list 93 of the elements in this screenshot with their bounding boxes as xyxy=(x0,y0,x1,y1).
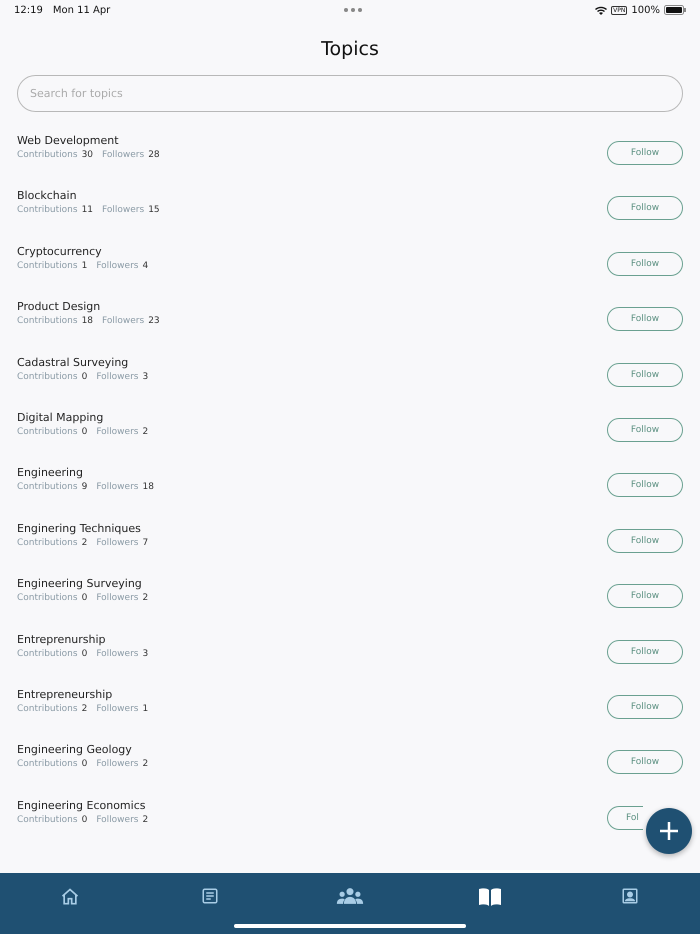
plus-icon xyxy=(659,821,679,841)
topic-name: Engineering Geology xyxy=(17,743,133,756)
follow-button[interactable]: Follow xyxy=(607,252,683,276)
topic-name: Web Development xyxy=(17,134,120,147)
follow-button[interactable]: Follow xyxy=(607,473,683,498)
contributions-count: 2 xyxy=(82,538,88,548)
follow-button[interactable]: Follow xyxy=(607,418,683,442)
contributions-label: Contributions xyxy=(17,482,78,492)
follow-button[interactable]: Follow xyxy=(607,307,683,332)
follow-button[interactable]: Follow xyxy=(607,694,683,719)
add-button[interactable] xyxy=(646,808,692,854)
contributions-label: Contributions xyxy=(17,814,78,825)
follow-button[interactable]: Follow xyxy=(607,196,683,220)
contributions-count: 30 xyxy=(82,150,94,160)
followers-label: Followers xyxy=(102,205,144,216)
battery-icon xyxy=(664,5,686,15)
search-field[interactable]: Search for topics xyxy=(17,75,683,112)
contributions-count: 0 xyxy=(82,426,88,437)
contributions-count: 0 xyxy=(82,648,88,659)
home-icon xyxy=(60,887,80,907)
follow-button[interactable]: Follow xyxy=(607,584,683,608)
followers-count: 3 xyxy=(142,372,148,382)
topic-name: Engineering xyxy=(17,466,84,480)
status-time: 12:19 xyxy=(14,4,43,16)
followers-count: 3 xyxy=(142,648,148,659)
people-icon xyxy=(336,887,364,905)
contributions-label: Contributions xyxy=(17,205,78,216)
contributions-label: Contributions xyxy=(17,759,78,770)
followers-label: Followers xyxy=(96,426,138,437)
contributions-count: 9 xyxy=(82,482,88,492)
followers-label: Followers xyxy=(96,538,138,548)
contributions-label: Contributions xyxy=(17,648,78,659)
followers-label: Followers xyxy=(102,150,144,160)
follow-button[interactable]: Follow xyxy=(607,640,683,664)
followers-count: 15 xyxy=(148,205,160,216)
follow-button[interactable]: Follow xyxy=(607,528,683,553)
topic-name: Digital Mapping xyxy=(17,410,104,424)
contributions-count: 0 xyxy=(82,593,88,604)
book-icon xyxy=(478,887,502,907)
contributions-count: 18 xyxy=(82,316,94,326)
followers-label: Followers xyxy=(96,704,138,714)
wifi-icon xyxy=(595,6,608,14)
contributions-count: 0 xyxy=(82,759,88,770)
followers-label: Followers xyxy=(96,759,138,770)
topic-name: Cadastral Surveying xyxy=(17,356,130,369)
more-dots-icon xyxy=(344,8,362,12)
followers-label: Followers xyxy=(96,482,138,492)
contributions-label: Contributions xyxy=(17,538,78,548)
followers-count: 18 xyxy=(142,482,154,492)
document-icon xyxy=(201,887,219,905)
followers-count: 2 xyxy=(142,593,148,604)
contributions-label: Contributions xyxy=(17,372,78,382)
topic-name: Blockchain xyxy=(17,189,78,202)
contributions-label: Contributions xyxy=(17,593,78,604)
contributions-label: Contributions xyxy=(17,150,78,160)
contributions-count: 2 xyxy=(82,704,88,714)
contributions-count: 0 xyxy=(82,814,88,825)
profile-card-icon xyxy=(621,887,639,905)
topic-name: Entreprenurship xyxy=(17,632,107,646)
contributions-count: 11 xyxy=(82,205,94,216)
battery-percent: 100% xyxy=(631,4,660,16)
contributions-label: Contributions xyxy=(17,316,78,326)
followers-count: 1 xyxy=(142,704,148,714)
topic-name: Engineering Surveying xyxy=(17,577,143,590)
followers-label: Followers xyxy=(96,648,138,659)
contributions-label: Contributions xyxy=(17,426,78,437)
status-date: Mon 11 Apr xyxy=(52,4,110,16)
contributions-count: 1 xyxy=(82,260,88,271)
followers-count: 2 xyxy=(142,814,148,825)
followers-label: Followers xyxy=(96,814,138,825)
follow-button[interactable]: Fol xyxy=(607,806,643,830)
topic-name: Enginering Techniques xyxy=(17,522,142,535)
followers-label: Followers xyxy=(96,593,138,604)
topic-name: Product Design xyxy=(17,300,102,314)
topic-name: Entrepreneurship xyxy=(17,688,114,701)
topic-name: Engineering Economics xyxy=(17,798,146,812)
followers-count: 28 xyxy=(148,150,160,160)
page-title: Topics xyxy=(320,37,380,62)
followers-count: 2 xyxy=(142,426,148,437)
contributions-label: Contributions xyxy=(17,260,78,271)
follow-button[interactable]: Follow xyxy=(607,362,683,387)
followers-count: 4 xyxy=(142,260,148,271)
followers-label: Followers xyxy=(102,316,144,326)
followers-label: Followers xyxy=(96,260,138,271)
followers-label: Followers xyxy=(96,372,138,382)
followers-count: 2 xyxy=(142,759,148,770)
follow-button[interactable]: Follow xyxy=(607,141,683,165)
contributions-count: 0 xyxy=(82,372,88,382)
contributions-label: Contributions xyxy=(17,704,78,714)
followers-count: 7 xyxy=(142,538,148,548)
topic-name: Cryptocurrency xyxy=(17,244,103,258)
followers-count: 23 xyxy=(148,316,160,326)
follow-button[interactable]: Follow xyxy=(607,750,683,774)
